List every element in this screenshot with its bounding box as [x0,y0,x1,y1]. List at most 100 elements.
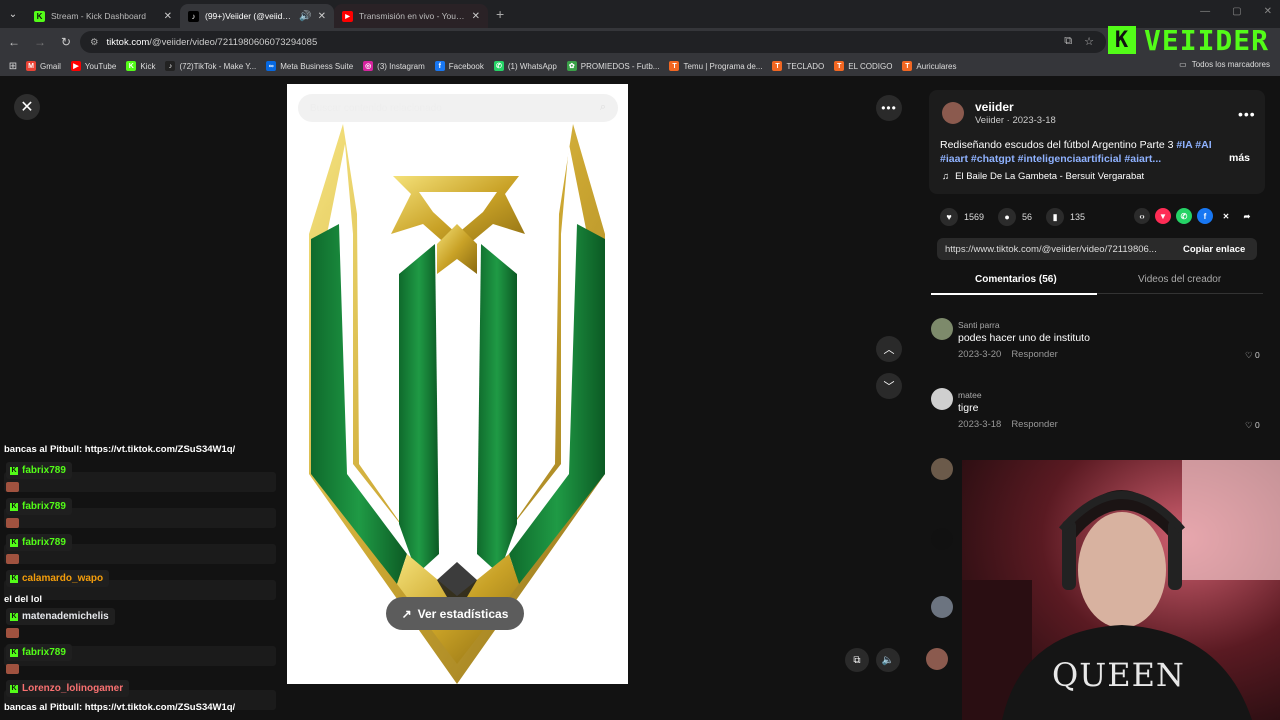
heart-icon: ♥ [940,208,958,226]
volume-button[interactable]: 🔈 [876,648,900,672]
chat-username[interactable]: Kfabrix789 [6,534,72,551]
chevron-down-icon: ﹀ [883,381,895,393]
post-more-icon[interactable]: ••• [1238,106,1256,122]
bookmark-item[interactable]: K Kick [126,61,155,71]
my-avatar[interactable] [926,648,948,670]
bookmark-star-icon[interactable]: ☆ [1084,35,1094,48]
bookmark-item[interactable]: ◎ (3) Instagram [363,61,425,71]
bookmark-label: Temu | Programa de... [683,61,763,71]
close-window-icon[interactable]: ✕ [1264,6,1272,17]
show-more-button[interactable]: más [1229,152,1250,164]
like-button[interactable]: ♥ 1569 [940,208,984,226]
comment-button[interactable]: ● 56 [998,208,1032,226]
tab-close-icon[interactable]: ✕ [318,11,326,22]
author-username[interactable]: veiider [975,100,1014,114]
apps-grid-icon[interactable]: ⊞ [0,61,26,72]
bookmark-item[interactable]: ✆ (1) WhatsApp [493,61,557,71]
chat-emote-icon [6,554,19,564]
chart-icon: ↗ [401,606,412,621]
club-crest-image [287,84,628,684]
chat-username[interactable]: Kfabrix789 [6,498,72,515]
whatsapp-icon[interactable]: ✆ [1176,208,1192,224]
bookmarks-bar: ⊞ M Gmail ▶ YouTube K Kick ♪ (72)TikTok - Make … [0,56,1280,76]
view-stats-button[interactable]: ↗ Ver estadísticas [386,597,524,630]
install-app-icon[interactable]: ⧉ [1064,35,1072,48]
tab-creator-videos[interactable]: Videos del creador [1138,274,1221,285]
commenter-avatar[interactable] [931,596,953,618]
browser-tab-kick[interactable]: K Stream - Kick Dashboard ✕ [26,4,180,28]
chat-user-name: fabrix789 [22,465,66,476]
comment-like[interactable]: ♡ 0 [1245,420,1260,431]
commenter-avatar[interactable] [931,388,953,410]
commenter-avatar[interactable] [931,458,953,480]
search-icon[interactable]: ⌕ [600,101,606,114]
stream-chat-overlay: bancas al Pitbull: https://vt.tiktok.com… [0,442,280,720]
tab-comments[interactable]: Comentarios (56) [975,274,1057,285]
all-bookmarks[interactable]: ▭ Todos los marcadores [1179,60,1270,69]
previous-video-button[interactable]: ︿ [876,336,902,362]
minimize-icon[interactable]: — [1200,6,1210,17]
reply-button[interactable]: Responder [1011,349,1057,360]
url-path: /@veiider/video/7211980606073294085 [149,36,318,48]
tab-close-icon[interactable]: ✕ [472,11,480,22]
site-info-icon[interactable]: ⚙ [90,37,99,48]
address-bar[interactable]: ⚙ tiktok.com/@veiider/video/721198060607… [80,31,1106,53]
post-music[interactable]: ♫ El Baile De La Gambeta - Bersuit Verga… [942,171,1144,182]
bookmark-item[interactable]: ♪ (72)TikTok - Make Y... [165,61,256,71]
share-arrow-icon[interactable]: ➦ [1239,208,1255,224]
bookmark-item[interactable]: ∞ Meta Business Suite [266,61,353,71]
tab-search-icon[interactable]: ⌄ [0,0,26,28]
author-avatar[interactable] [942,102,964,124]
browser-tab-tiktok[interactable]: ♪ (99+)Veiider (@veiider) | TikTok 🔊 ✕ [180,4,334,28]
facebook-icon[interactable]: f [1197,208,1213,224]
chat-username[interactable]: Kcalamardo_wapo [6,570,110,587]
bookmark-item[interactable]: ▶ YouTube [70,61,116,71]
chat-username[interactable]: Kmatenademichelis [6,608,115,625]
post-actions: ♥ 1569 ● 56 ▮ 135 [940,208,1099,226]
back-icon[interactable]: ← [2,35,26,49]
bookmark-favicon-icon: ✿ [566,61,577,71]
related-search-input[interactable]: Buscar contenido relacionado ⌕ [298,94,618,122]
reply-button[interactable]: Responder [1011,419,1057,430]
video-player[interactable] [287,84,628,684]
kick-badge-icon: K [10,612,18,621]
copy-link-button[interactable]: Copiar enlace [1183,244,1245,255]
bookmark-item[interactable]: ✿ PROMIEDOS - Futb... [566,61,659,71]
tab-close-icon[interactable]: ✕ [164,11,172,22]
x-share-icon[interactable]: ✕ [1218,208,1234,224]
more-options-button[interactable]: ••• [876,95,902,121]
chat-username[interactable]: Kfabrix789 [6,644,72,661]
chat-user-name: Lorenzo_lolinogamer [22,683,124,694]
close-video-button[interactable]: ✕ [14,94,40,120]
browser-tab-youtube[interactable]: ▶ Transmisión en vivo - YouTube ✕ [334,4,488,28]
bookmark-icon: ▮ [1046,208,1065,226]
reload-icon[interactable]: ↻ [54,35,78,49]
send-to-friends-icon[interactable]: ▼ [1155,208,1171,224]
next-video-button[interactable]: ﹀ [876,373,902,399]
bookmark-item[interactable]: T Auriculares [902,61,956,71]
comment-like[interactable]: ♡ 0 [1245,350,1260,361]
bookmark-item[interactable]: T TECLADO [772,61,824,71]
maximize-icon[interactable]: ▢ [1232,6,1241,17]
bookmark-label: Auriculares [916,61,957,71]
bookmark-label: (72)TikTok - Make Y... [179,61,257,71]
commenter-avatar[interactable] [931,528,953,550]
chat-username[interactable]: Kfabrix789 [6,462,72,479]
author-nickname-date: Veiider · 2023-3-18 [975,115,1056,126]
floating-player-button[interactable]: ⧉ [845,648,869,672]
comment-username[interactable]: matee [958,390,982,400]
tab-audio-icon[interactable]: 🔊 [299,11,311,22]
new-tab-icon[interactable]: + [496,6,504,22]
comment-username[interactable]: Santi parra [958,320,1000,330]
chat-username[interactable]: K Lorenzo_lolinogamer [6,680,130,697]
bookmark-item[interactable]: f Facebook [434,61,484,71]
bookmark-item[interactable]: T Temu | Programa de... [669,61,762,71]
embed-icon[interactable]: ‹› [1134,208,1150,224]
bookmark-item[interactable]: T EL CODIGO [834,61,892,71]
forward-icon[interactable]: → [28,35,52,49]
all-bookmarks-label: Todos los marcadores [1191,60,1270,69]
bookmark-item[interactable]: M Gmail [26,61,61,71]
commenter-avatar[interactable] [931,318,953,340]
video-link[interactable]: https://www.tiktok.com/@veiider/video/72… [937,244,1173,255]
save-button[interactable]: ▮ 135 [1046,208,1085,226]
